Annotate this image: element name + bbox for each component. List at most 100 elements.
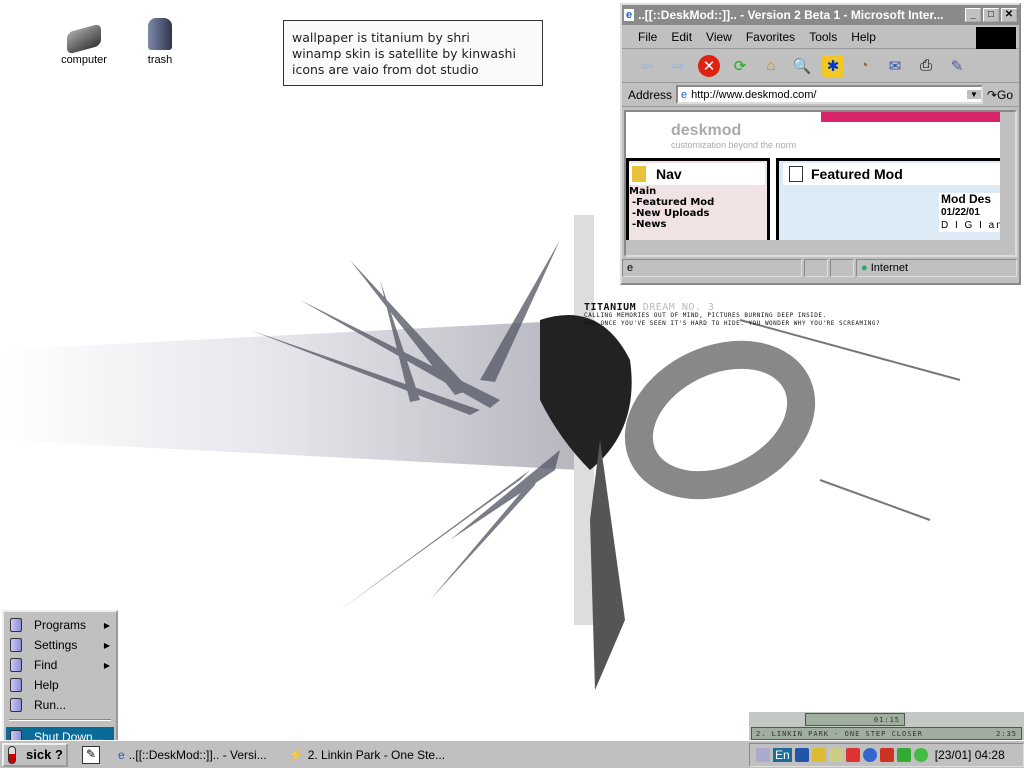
winamp-tray-icon[interactable]	[811, 747, 826, 762]
desktop-icon-label: trash	[147, 54, 173, 66]
task-winamp[interactable]: ⚡ 2. Linkin Park - One Ste...	[289, 744, 445, 766]
winamp-icon: ⚡	[288, 747, 304, 762]
menu-item-settings[interactable]: Settings ▶	[6, 635, 114, 655]
desktop-icon-trash[interactable]: trash	[130, 18, 190, 66]
start-label: sick ?	[26, 747, 63, 762]
document-icon	[789, 166, 803, 182]
ie-icon: e	[624, 9, 635, 21]
address-bar: Address e http://www.deskmod.com/ ▼ ↷ Go	[622, 83, 1019, 107]
start-button[interactable]: sick ?	[2, 742, 68, 767]
windows-logo-icon	[976, 27, 1016, 49]
menu-help[interactable]: Help	[851, 30, 876, 44]
network-globe-icon[interactable]	[862, 747, 877, 762]
quicklaunch-edit-icon[interactable]: ✎	[82, 745, 100, 764]
cube-icon	[10, 618, 22, 632]
submenu-arrow-icon: ▶	[103, 640, 110, 650]
winamp-main: 01:15	[805, 713, 905, 726]
winamp-playlist[interactable]: 2. LINKIN PARK - ONE STEP CLOSER 2:35	[751, 727, 1022, 740]
system-tray: En [23/01] 04:28	[749, 742, 1024, 767]
wallpaper-caption: TITANIUM DREAM NO. 3 CALLING MEMORIES OU…	[584, 303, 880, 328]
submenu-arrow-icon: ▶	[103, 620, 110, 630]
history-icon[interactable]: ◔	[853, 55, 875, 77]
site-tagline: customization beyond the norm	[671, 140, 797, 150]
menu-tools[interactable]: Tools	[809, 30, 837, 44]
computer-icon	[67, 23, 101, 55]
trash-icon	[148, 18, 172, 50]
note-line: winamp skin is satellite by kinwashi	[292, 46, 516, 61]
task-browser[interactable]: e ..[[::DeskMod::]].. - Versi...	[118, 744, 267, 766]
nav-link[interactable]: -News	[629, 219, 767, 230]
window-title: ..[[::DeskMod::]].. - Version 2 Beta 1 -…	[638, 8, 944, 22]
acrobat-icon[interactable]	[879, 747, 894, 762]
nav-link[interactable]: -New Uploads	[629, 208, 767, 219]
status-bar: e ● Internet	[622, 258, 1019, 278]
browser-window: e ..[[::DeskMod::]].. - Version 2 Beta 1…	[620, 3, 1021, 285]
vertical-scrollbar[interactable]	[1000, 112, 1015, 240]
pill-icon	[8, 745, 16, 764]
stop-icon[interactable]: ✕	[698, 54, 720, 77]
minimize-button[interactable]: _	[965, 8, 981, 22]
featured-panel: Featured Mod Mod Des 01/22/01 D I G I am	[776, 158, 1015, 248]
scheduler-icon[interactable]	[756, 747, 770, 762]
go-icon[interactable]: ↷	[987, 88, 997, 102]
menu-label: Programs	[34, 618, 87, 632]
menu-label: Help	[34, 678, 59, 692]
taskbar: sick ? ✎ e ..[[::DeskMod::]].. - Versi...…	[0, 740, 1024, 768]
icq-flower-icon[interactable]	[913, 747, 928, 762]
title-bar[interactable]: e ..[[::DeskMod::]].. - Version 2 Beta 1…	[622, 5, 1019, 25]
go-button[interactable]: Go	[997, 88, 1013, 102]
site-logo: deskmod	[671, 122, 742, 139]
volume-icon[interactable]	[828, 747, 843, 762]
globe-icon: ●	[861, 262, 868, 274]
menu-label: Find	[34, 658, 58, 672]
menu-label: Run...	[34, 698, 67, 712]
network-icon[interactable]	[896, 747, 911, 762]
submenu-arrow-icon: ▶	[103, 660, 110, 670]
banner	[821, 112, 1001, 122]
home-icon[interactable]: ⌂	[760, 55, 782, 77]
nav-link[interactable]: -Featured Mod	[629, 197, 767, 208]
task-label: 2. Linkin Park - One Ste...	[307, 747, 446, 762]
clock[interactable]: [23/01] 04:28	[935, 748, 1005, 762]
favorites-icon[interactable]: ✱	[822, 54, 844, 77]
menu-file[interactable]: File	[638, 30, 657, 44]
menu-favorites[interactable]: Favorites	[746, 30, 795, 44]
mail-icon[interactable]: ✉	[884, 55, 906, 77]
close-button[interactable]: ✕	[1001, 8, 1017, 22]
address-label: Address	[628, 87, 673, 102]
back-icon[interactable]: ⇦	[636, 55, 658, 77]
search-icon[interactable]: 🔍	[791, 55, 813, 77]
refresh-icon[interactable]: ⟳	[729, 55, 751, 77]
page-icon: e	[681, 88, 688, 101]
nav-icon	[632, 166, 646, 182]
menu-label: Settings	[34, 638, 78, 652]
start-menu: Programs ▶ Settings ▶ Find ▶ Help Run... Sh…	[2, 610, 118, 747]
print-icon[interactable]: ⎙	[915, 55, 937, 77]
language-indicator[interactable]: En	[773, 747, 792, 762]
maximize-button[interactable]: □	[983, 8, 999, 22]
horizontal-scrollbar[interactable]	[626, 240, 1015, 255]
status-zone: ● Internet	[856, 259, 1017, 277]
menu-item-run[interactable]: Run...	[6, 695, 114, 715]
page-content: deskmod customization beyond the norm Na…	[624, 110, 1017, 257]
forward-icon[interactable]: ⇨	[667, 55, 689, 77]
nav-link[interactable]: Main	[629, 186, 767, 197]
antivirus-icon[interactable]	[845, 747, 860, 762]
menu-item-find[interactable]: Find ▶	[6, 655, 114, 675]
display-icon[interactable]	[794, 747, 809, 762]
zone-label: Internet	[870, 262, 909, 274]
address-dropdown[interactable]: ▼	[966, 90, 981, 99]
address-input[interactable]: e http://www.deskmod.com/ ▼	[676, 85, 983, 104]
nav-panel: Nav Main -Featured Mod -New Uploads -New…	[626, 158, 770, 248]
menu-view[interactable]: View	[706, 30, 732, 44]
url-text: http://www.deskmod.com/	[691, 88, 817, 101]
status-page-icon: e	[622, 259, 802, 277]
menu-edit[interactable]: Edit	[671, 30, 692, 44]
menu-item-help[interactable]: Help	[6, 675, 114, 695]
desktop-icon-computer[interactable]: computer	[54, 22, 114, 66]
desktop-icon-label: computer	[61, 54, 107, 66]
cube-icon	[10, 698, 22, 712]
edit-icon[interactable]: ✎	[946, 55, 968, 77]
menu-item-programs[interactable]: Programs ▶	[6, 615, 114, 635]
cube-icon	[10, 638, 22, 652]
